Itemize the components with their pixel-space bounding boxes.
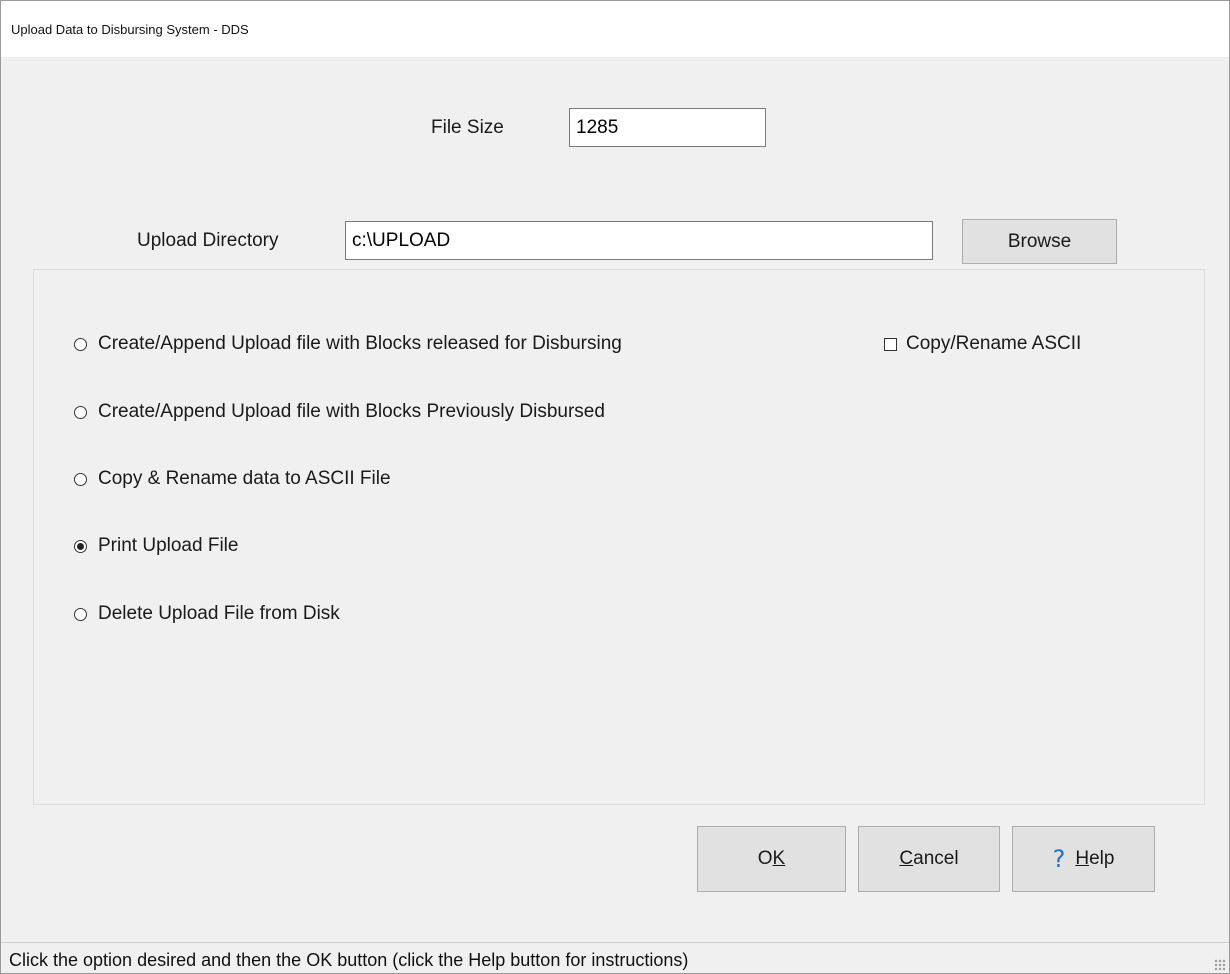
- resize-grip-icon[interactable]: [1214, 959, 1226, 971]
- file-size-label: File Size: [431, 117, 504, 138]
- help-button[interactable]: ? Help: [1012, 826, 1155, 892]
- browse-button-label: Browse: [1007, 230, 1072, 252]
- dialog-window: Upload Data to Disbursing System - DDS F…: [0, 0, 1230, 974]
- radio-print-upload[interactable]: [74, 539, 87, 553]
- question-mark-icon: ?: [1052, 845, 1066, 873]
- status-text: Click the option desired and then the OK…: [9, 950, 689, 970]
- options-group: Create/Append Upload file with Blocks re…: [33, 269, 1205, 805]
- copy-rename-ascii-label: Copy/Rename ASCII: [906, 333, 1082, 354]
- help-button-label: Help: [1075, 848, 1115, 869]
- option-create-previous[interactable]: Create/Append Upload file with Blocks Pr…: [74, 401, 605, 423]
- option-create-released[interactable]: Create/Append Upload file with Blocks re…: [74, 333, 622, 355]
- radio-create-released[interactable]: [74, 337, 87, 351]
- window-title: Upload Data to Disbursing System - DDS: [11, 22, 249, 37]
- file-size-field[interactable]: [569, 108, 766, 147]
- option-delete-upload[interactable]: Delete Upload File from Disk: [74, 603, 340, 625]
- option-print-upload[interactable]: Print Upload File: [74, 535, 238, 557]
- option-copy-rename-label: Copy & Rename data to ASCII File: [98, 468, 391, 489]
- radio-create-previous[interactable]: [74, 405, 87, 419]
- upload-directory-label: Upload Directory: [137, 230, 279, 251]
- option-create-released-label: Create/Append Upload file with Blocks re…: [98, 333, 622, 354]
- checkbox-copy-rename-ascii[interactable]: [884, 337, 897, 351]
- option-print-upload-label: Print Upload File: [98, 535, 239, 556]
- option-copy-rename[interactable]: Copy & Rename data to ASCII File: [74, 468, 391, 490]
- upload-directory-field[interactable]: [345, 221, 933, 260]
- radio-copy-rename[interactable]: [74, 472, 87, 486]
- option-create-previous-label: Create/Append Upload file with Blocks Pr…: [98, 401, 605, 422]
- title-bar[interactable]: Upload Data to Disbursing System - DDS: [1, 1, 1229, 58]
- status-bar: Click the option desired and then the OK…: [1, 942, 1229, 973]
- ok-button-label: OK: [757, 848, 786, 869]
- cancel-button-label: Cancel: [899, 848, 959, 869]
- option-delete-upload-label: Delete Upload File from Disk: [98, 603, 340, 624]
- radio-delete-upload[interactable]: [74, 607, 87, 621]
- browse-button[interactable]: Browse: [962, 219, 1117, 264]
- ok-button[interactable]: OK: [697, 826, 846, 892]
- dialog-body: File Size Upload Directory Browse Create…: [1, 58, 1229, 942]
- cancel-button[interactable]: Cancel: [858, 826, 1000, 892]
- copy-rename-ascii-checkbox[interactable]: Copy/Rename ASCII: [884, 333, 1081, 355]
